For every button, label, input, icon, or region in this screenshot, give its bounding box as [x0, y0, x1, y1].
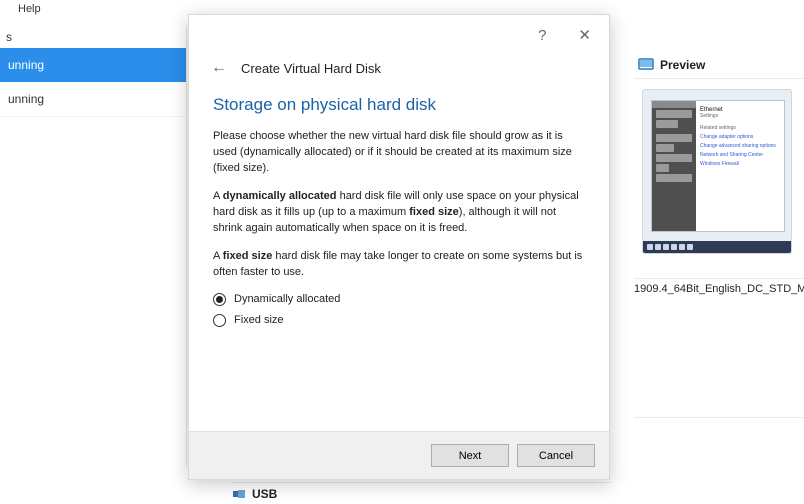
- preview-thumbnail[interactable]: Ethernet Settings Related settings Chang…: [642, 89, 792, 254]
- right-panel: Preview Ethernet Settings Related sett: [634, 52, 804, 418]
- dialog-footer: Next Cancel: [189, 431, 609, 479]
- vm-sidebar: s unning unning: [0, 26, 187, 466]
- titlebar: ? ✕: [189, 15, 609, 55]
- radio-label: Fixed size: [234, 314, 284, 326]
- sidebar-item-vm-2[interactable]: unning: [0, 82, 186, 117]
- usb-label: USB: [252, 487, 277, 501]
- preview-label: Preview: [660, 58, 705, 72]
- next-button[interactable]: Next: [431, 444, 509, 467]
- radio-label: Dynamically allocated: [234, 293, 340, 305]
- storage-type-radio-group: Dynamically allocated Fixed size: [213, 293, 585, 327]
- monitor-icon: [638, 58, 654, 72]
- description-paragraph-3: A fixed size hard disk file may take lon…: [213, 249, 585, 281]
- help-button[interactable]: ?: [532, 25, 552, 46]
- radio-indicator-icon: [213, 314, 226, 327]
- radio-dynamically-allocated[interactable]: Dynamically allocated: [213, 293, 585, 306]
- sidebar-header: s: [0, 26, 186, 48]
- usb-icon: [232, 487, 246, 501]
- cancel-button[interactable]: Cancel: [517, 444, 595, 467]
- vm-state-label: unning: [8, 58, 178, 72]
- description-paragraph-1: Please choose whether the new virtual ha…: [213, 129, 585, 177]
- radio-fixed-size[interactable]: Fixed size: [213, 314, 585, 327]
- radio-indicator-icon: [213, 293, 226, 306]
- description-paragraph-2: A dynamically allocated hard disk file w…: [213, 189, 585, 237]
- dialog-title: Create Virtual Hard Disk: [241, 61, 381, 76]
- dialog-heading: Storage on physical hard disk: [213, 95, 585, 115]
- back-button[interactable]: ←: [207, 57, 231, 79]
- sidebar-item-vm-1[interactable]: unning: [0, 48, 186, 82]
- create-vhd-dialog: ? ✕ ← Create Virtual Hard Disk Storage o…: [188, 14, 610, 480]
- close-button[interactable]: ✕: [572, 24, 597, 46]
- right-panel-lower: 1909.4_64Bit_English_DC_STD_MLF_X2: [634, 278, 804, 418]
- usb-section: USB: [232, 482, 612, 502]
- preview-header: Preview: [634, 52, 804, 79]
- iso-filename: 1909.4_64Bit_English_DC_STD_MLF_X2: [634, 279, 804, 299]
- vm-state-label: unning: [8, 92, 178, 106]
- menu-help[interactable]: Help: [18, 3, 41, 15]
